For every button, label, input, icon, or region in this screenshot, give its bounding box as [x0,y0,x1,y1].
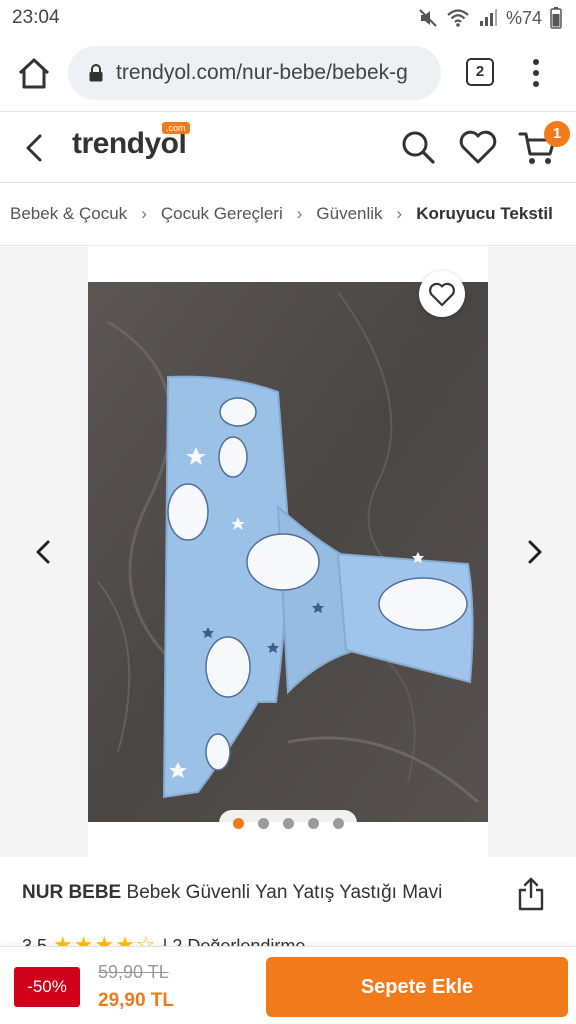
product-image[interactable] [88,282,488,822]
app-header: trendyol .com [0,113,576,183]
pagination-dot[interactable] [257,817,269,829]
search-icon[interactable] [400,129,436,165]
status-icons: %74 [418,6,562,30]
product-brand[interactable]: NUR BEBE [22,882,121,903]
cart-count-badge: 1 [544,121,570,147]
discount-badge: -50% [14,967,80,1007]
heart-icon[interactable] [458,129,498,165]
battery-icon [550,7,562,29]
breadcrumb-item[interactable]: Güvenlik [316,204,382,224]
pagination-dot[interactable] [307,817,319,829]
chevron-right-icon: › [141,204,147,223]
pagination-dot-active[interactable] [232,817,244,829]
breadcrumb-item[interactable]: Çocuk Gereçleri [161,204,283,224]
lock-icon [89,64,103,82]
signal-icon [479,9,497,26]
wifi-icon [447,9,469,27]
pagination-dot[interactable] [282,817,294,829]
browser-toolbar: trendyol.com/nur-bebe/bebek-g 2 [0,36,576,112]
share-icon[interactable] [516,876,546,912]
heart-outline-icon [429,282,455,307]
breadcrumb-item-current[interactable]: Koruyucu Tekstil [416,204,553,224]
add-favorite-button[interactable] [419,271,465,317]
more-vert-icon[interactable] [526,56,546,90]
purchase-bar: -50% 59,90 TL 29,90 TL Sepete Ekle [0,946,576,1024]
trendyol-logo[interactable]: trendyol .com [72,122,190,167]
old-price: 59,90 TL [98,962,169,982]
pagination-dot[interactable] [332,817,344,829]
mute-icon [419,9,437,27]
breadcrumb-item[interactable]: Bebek & Çocuk [10,204,127,224]
chevron-right-icon: › [296,204,303,223]
gallery-pagination [219,810,357,836]
url-text: trendyol.com/nur-bebe/bebek-g [116,61,408,84]
logo-badge: .com [162,122,190,134]
battery-percent: %74 [505,7,542,28]
chevron-right-icon[interactable] [520,537,548,567]
tabs-button[interactable]: 2 [466,58,494,86]
chevron-right-icon: › [396,204,403,223]
url-bar[interactable]: trendyol.com/nur-bebe/bebek-g [68,46,441,100]
product-title: NUR BEBE Bebek Güvenli Yan Yatış Yastığı… [22,882,492,904]
product-name: Bebek Güvenli Yan Yatış Yastığı Mavi [126,882,443,903]
breadcrumb: Bebek & Çocuk › Çocuk Gereçleri › Güvenl… [0,184,576,246]
chevron-left-icon[interactable] [30,537,58,567]
product-gallery [0,247,576,857]
back-arrow-icon[interactable] [20,131,50,165]
status-time: 23:04 [12,7,60,28]
home-icon[interactable] [16,56,52,92]
status-bar: 23:04 %74 [0,0,576,36]
current-price: 29,90 TL [98,990,175,1011]
add-to-cart-button[interactable]: Sepete Ekle [266,957,568,1017]
